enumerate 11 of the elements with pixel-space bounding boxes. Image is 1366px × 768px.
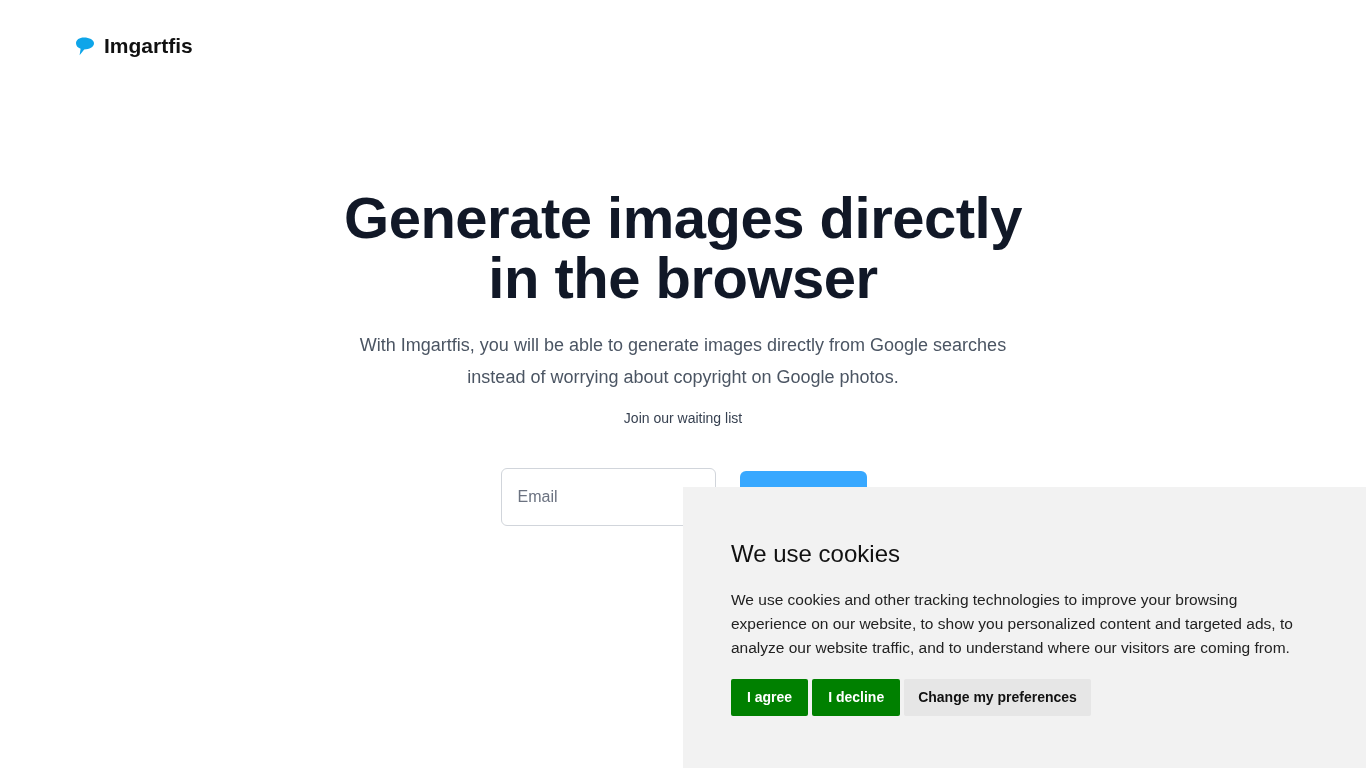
cookie-button[interactable]: I agree bbox=[731, 679, 809, 716]
cookie-button[interactable]: I decline bbox=[812, 679, 901, 716]
speech-bubble-icon bbox=[75, 36, 95, 56]
cookie-title: We use cookies bbox=[731, 539, 900, 569]
email-field[interactable]: Email bbox=[500, 468, 716, 526]
hero-heading: Generate images directly in the browser bbox=[344, 188, 1022, 308]
preferences-button[interactable]: Change my preferences bbox=[904, 679, 1091, 716]
waitlist-label: Join our waiting list bbox=[623, 409, 743, 428]
cookie-message: We use cookies and other tracking technologies to improve your browsing experience on our website, to show you personalized content and targeted ads, to analyze our website traffic, and to understand where our visitors are coming from. bbox=[731, 590, 1294, 658]
hero-description: With Imgartfis, you will be able to generate images directly from Google searches instead of worrying about copyright on Google photos. bbox=[358, 334, 1008, 389]
logo-text[interactable]: Imgartfis bbox=[104, 34, 193, 58]
